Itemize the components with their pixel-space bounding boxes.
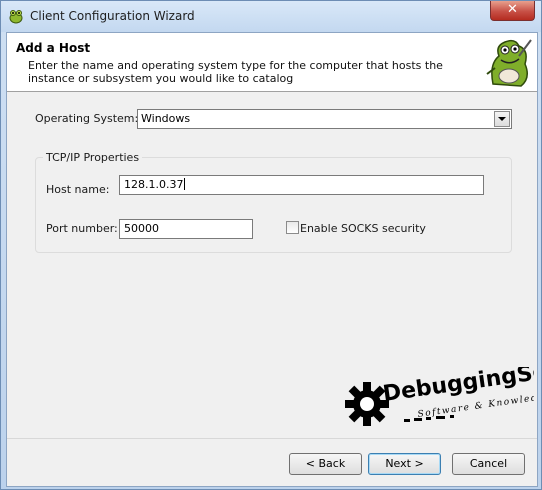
chevron-down-icon[interactable] [494,111,510,127]
title-bar[interactable]: Client Configuration Wizard ✕ [1,1,541,32]
os-select-value: Windows [141,112,191,125]
host-name-input[interactable]: 128.1.0.37 [119,175,484,195]
port-number-value: 50000 [124,222,159,235]
cancel-button[interactable]: Cancel [452,453,525,475]
host-name-value: 128.1.0.37 [124,178,184,191]
socks-label[interactable]: Enable SOCKS security [300,222,426,235]
host-label: Host name: [46,183,110,196]
window-title: Client Configuration Wizard [30,9,195,23]
wizard-header: Add a Host Enter the name and operating … [7,33,537,92]
debuggingsoft-watermark: DebuggingSoft Software & Knowledge [345,367,534,426]
tcpip-group-label: TCP/IP Properties [43,151,143,164]
frog-app-icon [9,10,23,24]
port-label: Port number: [46,222,118,235]
page-description: Enter the name and operating system type… [28,59,443,85]
frog-mascot-icon [486,39,532,87]
socks-checkbox[interactable] [286,221,299,234]
wizard-window: Client Configuration Wizard ✕ Add a Host… [0,0,542,490]
next-button[interactable]: Next > [368,453,441,475]
footer-divider [7,438,537,439]
page-title: Add a Host [16,41,91,55]
close-button[interactable]: ✕ [490,1,535,21]
back-button[interactable]: < Back [289,453,362,475]
port-number-input[interactable]: 50000 [119,219,253,239]
tcpip-group [35,157,512,253]
text-caret [184,178,186,190]
os-select[interactable]: Windows [137,109,512,129]
os-label: Operating System: [35,112,139,125]
wizard-body: Add a Host Enter the name and operating … [6,32,538,487]
